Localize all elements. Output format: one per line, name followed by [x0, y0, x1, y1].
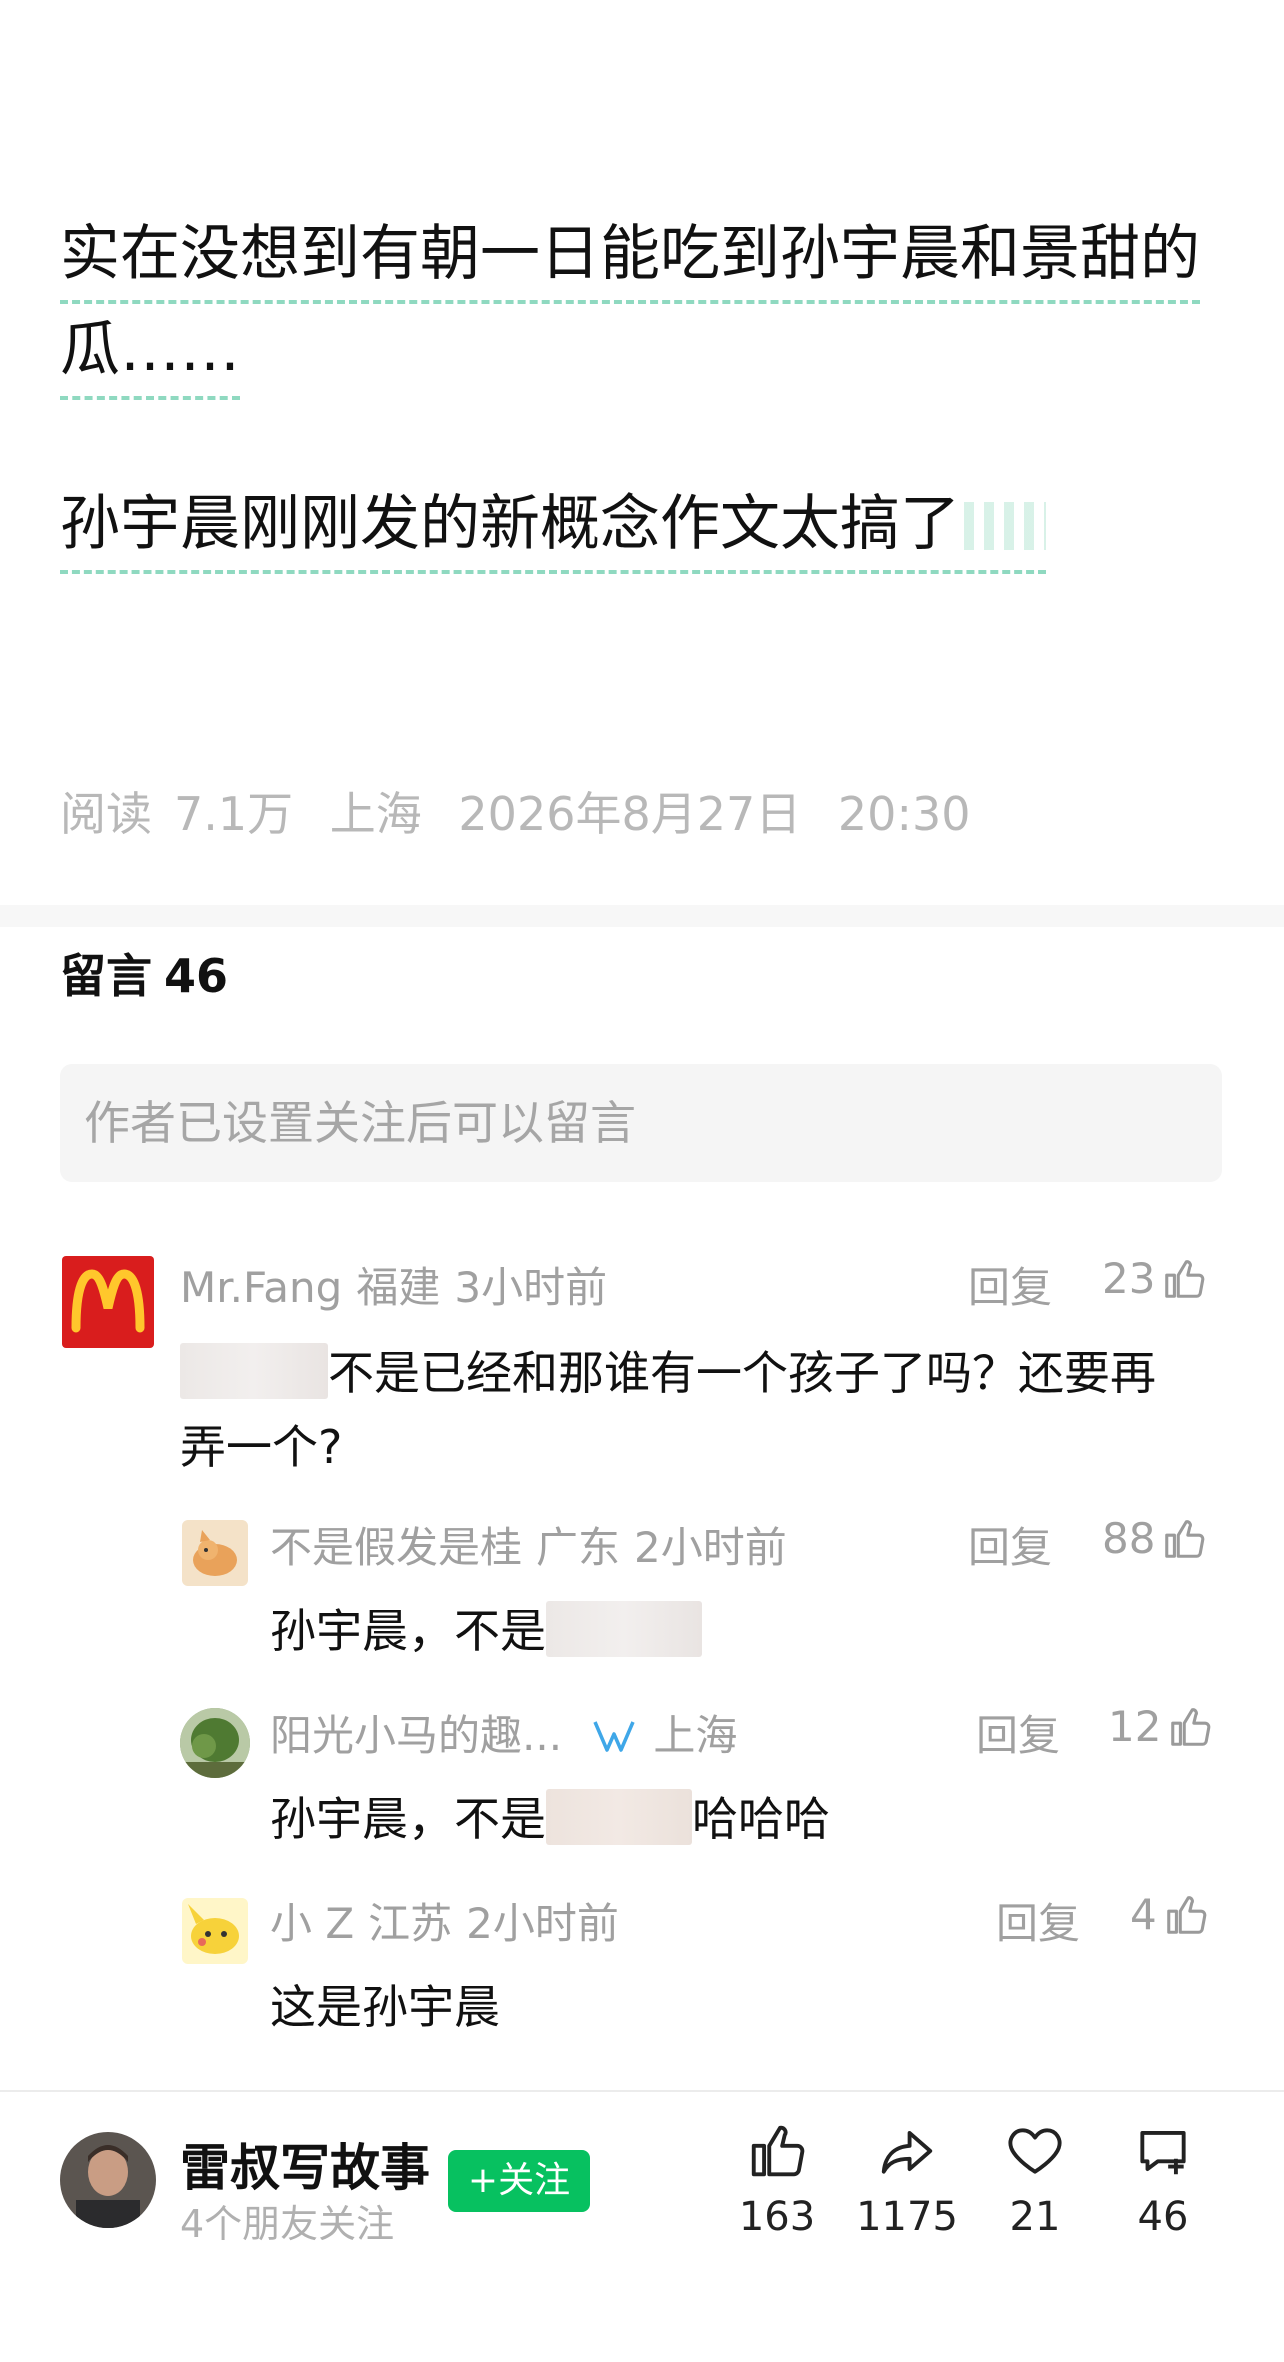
- article-text: 孙宇晨刚刚发的新概念作文太搞了: [60, 489, 960, 559]
- comment-location: 江苏: [368, 1899, 453, 1948]
- share-icon: [881, 2130, 933, 2174]
- reply-button[interactable]: 回复: [996, 1890, 1080, 1951]
- blurred-name: [180, 1343, 328, 1399]
- fade-tail: [964, 502, 1046, 550]
- like-button[interactable]: 4: [1130, 1890, 1209, 1939]
- comment-body: 孙宇晨，不是: [270, 1594, 702, 1668]
- blurred-name: [546, 1789, 692, 1845]
- thumb-up-icon: [1171, 1707, 1211, 1746]
- comment-time: 2小时前: [634, 1523, 787, 1572]
- wechat-channels-icon: [593, 1721, 636, 1752]
- comment-username[interactable]: 小 Z: [270, 1899, 354, 1948]
- meta-location: 上海: [329, 787, 422, 841]
- comment-body: 不是已经和那谁有一个孩子了吗？还要再 弄一个?: [180, 1336, 1240, 1484]
- comment-input[interactable]: 作者已设置关注后可以留言: [60, 1064, 1222, 1182]
- like-count: 12: [1108, 1702, 1162, 1751]
- comment-location: 上海: [653, 1711, 738, 1760]
- comment-icon: [1140, 2130, 1186, 2175]
- share-count: 1175: [856, 2194, 958, 2240]
- meta-date: 2026年8月27日: [458, 787, 802, 841]
- pikachu-avatar-icon[interactable]: [182, 1898, 248, 1964]
- comments-count: 46: [164, 949, 229, 1003]
- cat-avatar-icon[interactable]: [182, 1520, 248, 1586]
- like-button[interactable]: 23: [1102, 1254, 1207, 1303]
- article-paragraph-2: 孙宇晨刚刚发的新概念作文太搞了: [60, 478, 1230, 574]
- article-line: 实在没想到有朝一日能吃到孙宇晨和景甜的: [60, 208, 1200, 304]
- comment-body: 孙宇晨，不是 哈哈哈: [270, 1782, 830, 1856]
- article-line: 瓜……: [60, 304, 240, 400]
- comment-username[interactable]: 不是假发是桂: [270, 1523, 522, 1572]
- mcdonalds-logo-icon[interactable]: [62, 1256, 154, 1348]
- article-paragraph-1: 实在没想到有朝一日能吃到孙宇晨和景甜的 瓜……: [60, 208, 1230, 400]
- follow-button[interactable]: +关注: [448, 2150, 590, 2212]
- thumb-up-icon: [1165, 1519, 1205, 1558]
- article-line: 孙宇晨刚刚发的新概念作文太搞了: [60, 478, 1046, 574]
- comment-time: 3小时前: [454, 1263, 608, 1312]
- section-divider: [0, 905, 1284, 927]
- comment-username[interactable]: Mr.Fang: [180, 1263, 342, 1312]
- comment-action[interactable]: 46: [1108, 2120, 1218, 2240]
- like-button[interactable]: 88: [1102, 1514, 1207, 1563]
- tree-avatar-icon[interactable]: [180, 1708, 250, 1778]
- thumb-up-icon: [1165, 1259, 1205, 1298]
- comment-header: Mr.Fang 福建 3小时前: [180, 1254, 621, 1315]
- bottom-bar-divider: [0, 2090, 1284, 2092]
- comment-text: 哈哈哈: [692, 1792, 830, 1846]
- author-friends-following: 4个朋友关注: [180, 2202, 395, 2246]
- reply-button[interactable]: 回复: [968, 1254, 1052, 1315]
- heart-icon: [1008, 2128, 1062, 2174]
- blurred-name: [546, 1601, 702, 1657]
- read-count: 7.1万: [174, 787, 294, 841]
- favorite-count: 21: [1009, 2194, 1061, 2240]
- favorite-action[interactable]: 21: [980, 2120, 1090, 2240]
- like-button[interactable]: 12: [1108, 1702, 1213, 1751]
- read-label: 阅读: [60, 787, 152, 841]
- like-count: 4: [1130, 1890, 1157, 1939]
- comment-location: 福建: [356, 1263, 441, 1312]
- thumb-up-icon: [751, 2125, 805, 2177]
- like-count: 23: [1102, 1254, 1156, 1303]
- share-action[interactable]: 1175: [852, 2120, 962, 2240]
- reply-button[interactable]: 回复: [968, 1514, 1052, 1575]
- comment-location: 广东: [536, 1523, 621, 1572]
- author-avatar[interactable]: [60, 2132, 156, 2228]
- comment-text: 不是已经和那谁有一个孩子了吗？还要再: [328, 1346, 1156, 1400]
- comment-count: 46: [1137, 2194, 1189, 2240]
- reply-button[interactable]: 回复: [976, 1702, 1060, 1763]
- comment-username[interactable]: 阳光小马的趣...: [270, 1711, 562, 1760]
- like-count: 88: [1102, 1514, 1156, 1563]
- comment-header: 小 Z 江苏 2小时前: [270, 1890, 633, 1951]
- thumb-up-icon: [1166, 1895, 1207, 1934]
- comments-title: 留言: [60, 949, 152, 1003]
- like-action[interactable]: 163: [722, 2120, 832, 2240]
- comment-header: 不是假发是桂 广东 2小时前: [270, 1514, 801, 1575]
- comment-text: 孙宇晨，不是: [270, 1792, 546, 1846]
- article-page: 实在没想到有朝一日能吃到孙宇晨和景甜的 瓜…… 孙宇晨刚刚发的新概念作文太搞了 …: [0, 0, 1284, 2362]
- comment-text: 弄一个?: [180, 1420, 343, 1474]
- comment-time: 2小时前: [466, 1899, 619, 1948]
- comment-header: 阳光小马的趣... 上海: [270, 1702, 751, 1763]
- comment-body: 这是孙宇晨: [270, 1980, 500, 2034]
- article-meta: 阅读 7.1万 上海 2026年8月27日 20:30: [60, 778, 992, 844]
- meta-time: 20:30: [837, 787, 971, 841]
- comments-heading: 留言 46: [60, 940, 240, 1006]
- comment-text: 孙宇晨，不是: [270, 1604, 546, 1658]
- author-name[interactable]: 雷叔写故事: [180, 2128, 430, 2200]
- like-count: 163: [738, 2194, 816, 2240]
